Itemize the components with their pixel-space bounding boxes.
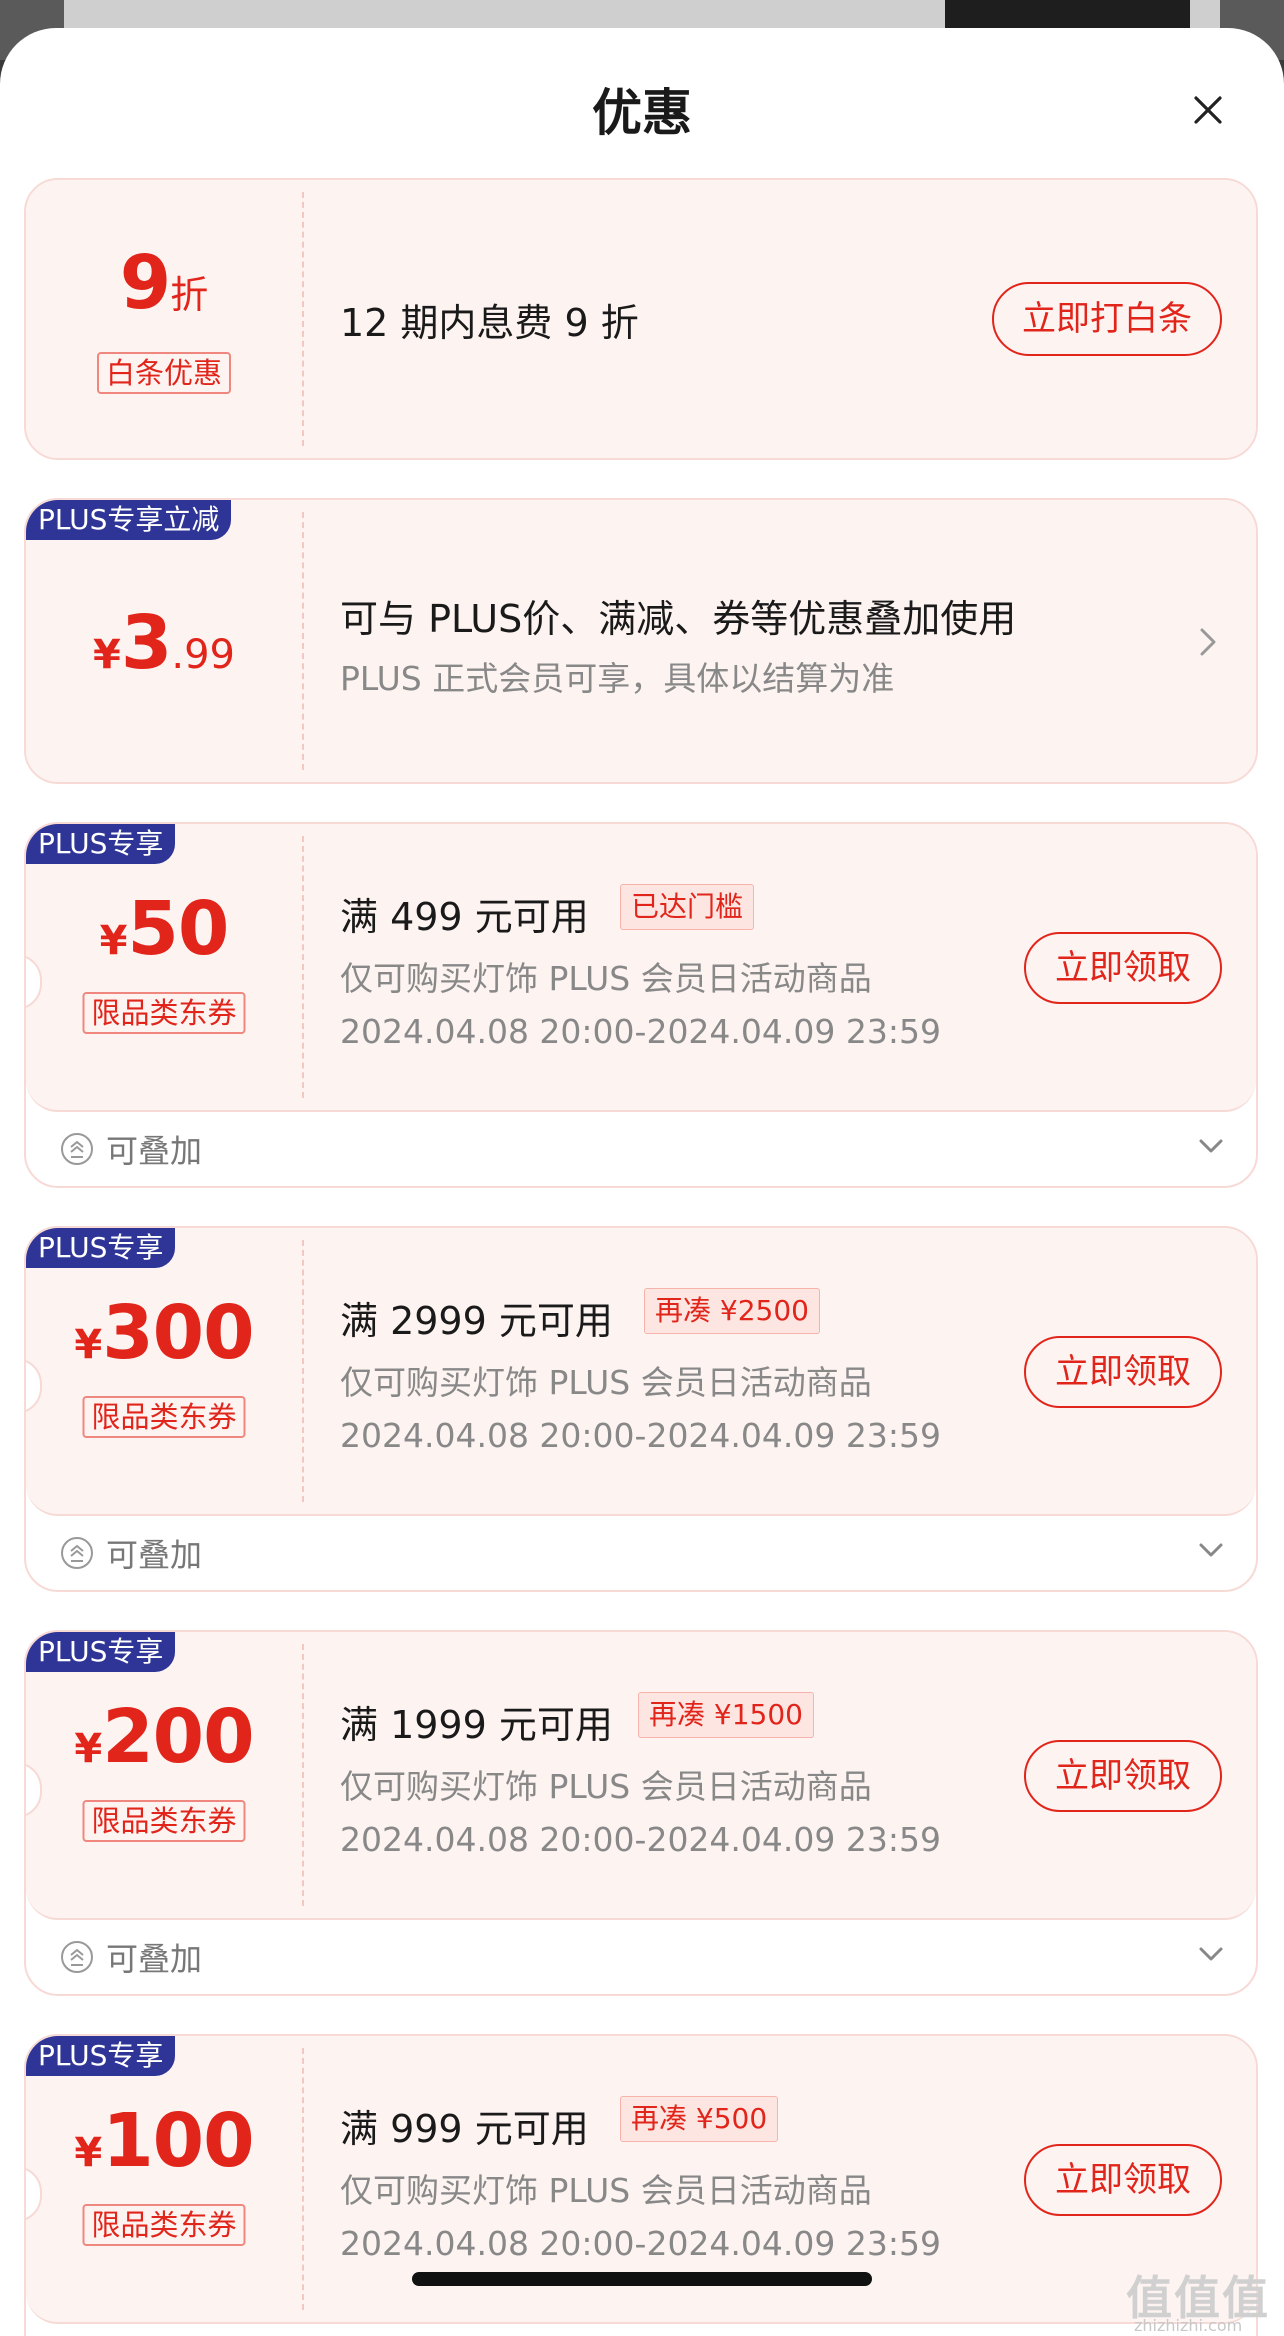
coupon-type-tag: 限品类东券 [82, 992, 246, 1034]
claim-coupon-button[interactable]: 立即领取 [1024, 1336, 1222, 1408]
card-divider [302, 1644, 304, 1906]
stackable-label: 可叠加 [106, 1132, 203, 1170]
card-divider [302, 512, 304, 770]
amount-value: 200 [102, 1694, 254, 1780]
threshold-badge: 再凑 ¥2500 [644, 1288, 820, 1334]
chevron-down-icon[interactable] [1196, 1134, 1226, 1158]
coupon-scope: 仅可购买灯饰 PLUS 会员日活动商品 [340, 1767, 872, 1806]
coupon-amount: ¥200 [26, 1694, 302, 1780]
promotions-sheet: 优惠 9折 白条优惠 12 期内息费 9 折 立即打白条 ¥3.99 可与 PL… [0, 28, 1284, 2336]
coupon-scope: 仅可购买灯饰 PLUS 会员日活动商品 [340, 2171, 872, 2210]
plus-badge: PLUS专享 [26, 1228, 176, 1268]
watermark-site: zhizhizhi.com [1134, 2316, 1243, 2335]
coupon-validity: 2024.04.08 20:00-2024.04.09 23:59 [340, 1416, 941, 1455]
coupon-card: ¥300 限品类东券 满 2999 元可用 再凑 ¥2500 仅可购买灯饰 PL… [24, 1226, 1258, 1592]
currency-symbol: ¥ [74, 1726, 103, 1772]
coupon-card: ¥200 限品类东券 满 1999 元可用 再凑 ¥1500 仅可购买灯饰 PL… [24, 1630, 1258, 1996]
threshold-badge: 已达门槛 [620, 884, 755, 930]
offer-tag: 白条优惠 [96, 352, 232, 394]
amount-integer: 3 [120, 600, 172, 686]
plus-badge: PLUS专享 [26, 1632, 176, 1672]
coupon-type-tag: 限品类东券 [82, 1396, 246, 1438]
stackable-label: 可叠加 [106, 1536, 203, 1574]
card-body: 9折 白条优惠 12 期内息费 9 折 立即打白条 [26, 180, 1256, 458]
close-icon[interactable] [1188, 90, 1228, 130]
currency-symbol: ¥ [99, 918, 128, 964]
stackable-row[interactable]: 可叠加 [26, 1108, 1256, 1186]
stackable-label: 可叠加 [106, 1940, 203, 1978]
plus-discount-card[interactable]: ¥3.99 可与 PLUS价、满减、券等优惠叠加使用 PLUS 正式会员可享，具… [24, 498, 1258, 784]
threshold-badge: 再凑 ¥1500 [638, 1692, 814, 1738]
coupon-body: ¥50 限品类东券 满 499 元可用 已达门槛 仅可购买灯饰 PLUS 会员日… [26, 824, 1256, 1112]
use-baitiao-button[interactable]: 立即打白条 [992, 282, 1222, 356]
claim-coupon-button[interactable]: 立即领取 [1024, 2144, 1222, 2216]
amount-value: 300 [102, 1290, 254, 1376]
offer-description: 12 期内息费 9 折 [340, 301, 639, 345]
chevron-down-icon[interactable] [1196, 1942, 1226, 1966]
claim-coupon-button[interactable]: 立即领取 [1024, 1740, 1222, 1812]
stackable-row[interactable]: 可叠加 [26, 1916, 1256, 1994]
currency-symbol: ¥ [74, 2130, 103, 2176]
coupon-validity: 2024.04.08 20:00-2024.04.09 23:59 [340, 1820, 941, 1859]
coupon-type-tag: 限品类东券 [82, 2204, 246, 2246]
coupon-type-tag: 限品类东券 [82, 1800, 246, 1842]
stackable-row[interactable]: 可叠加 [26, 1512, 1256, 1590]
offer-value: 9折 [26, 240, 302, 326]
amount-value: 100 [102, 2098, 254, 2184]
plus-badge: PLUS专享 [26, 2036, 176, 2076]
coupon-condition: 满 999 元可用 [340, 2107, 589, 2151]
amount-decimal: .99 [171, 632, 235, 678]
coupon-condition: 满 1999 元可用 [340, 1703, 613, 1747]
amount-value: 50 [127, 886, 229, 972]
currency-symbol: ¥ [74, 1322, 103, 1368]
coupon-condition: 满 499 元可用 [340, 895, 589, 939]
chevron-right-icon[interactable] [1196, 624, 1220, 660]
threshold-badge: 再凑 ¥500 [620, 2096, 779, 2142]
coupon-body: ¥200 限品类东券 满 1999 元可用 再凑 ¥1500 仅可购买灯饰 PL… [26, 1632, 1256, 1920]
discount-unit: 折 [170, 273, 209, 317]
coupon-scope: 仅可购买灯饰 PLUS 会员日活动商品 [340, 959, 872, 998]
coupon-amount: ¥50 [26, 886, 302, 972]
discount-value: 9 [119, 240, 171, 326]
coupon-body: ¥300 限品类东券 满 2999 元可用 再凑 ¥2500 仅可购买灯饰 PL… [26, 1228, 1256, 1516]
stack-icon [60, 1536, 94, 1570]
plus-badge: PLUS专享 [26, 824, 176, 864]
card-divider [302, 836, 304, 1098]
chevron-down-icon[interactable] [1196, 1538, 1226, 1562]
discount-amount: ¥3.99 [26, 600, 302, 686]
sheet-title: 优惠 [592, 84, 692, 142]
claim-coupon-button[interactable]: 立即领取 [1024, 932, 1222, 1004]
coupon-scope: 仅可购买灯饰 PLUS 会员日活动商品 [340, 1363, 872, 1402]
stack-icon [60, 1940, 94, 1974]
currency-symbol: ¥ [93, 632, 121, 678]
coupon-condition: 满 2999 元可用 [340, 1299, 613, 1343]
card-divider [302, 1240, 304, 1502]
coupon-validity: 2024.04.08 20:00-2024.04.09 23:59 [340, 1012, 941, 1051]
stack-icon [60, 1132, 94, 1166]
coupon-amount: ¥100 [26, 2098, 302, 2184]
coupon-validity: 2024.04.08 20:00-2024.04.09 23:59 [340, 2224, 941, 2263]
card-body: ¥3.99 可与 PLUS价、满减、券等优惠叠加使用 PLUS 正式会员可享，具… [26, 500, 1256, 782]
coupon-amount: ¥300 [26, 1290, 302, 1376]
baitiao-offer-card: 9折 白条优惠 12 期内息费 9 折 立即打白条 [24, 178, 1258, 460]
home-indicator[interactable] [412, 2272, 872, 2286]
plus-badge: PLUS专享立减 [26, 500, 232, 540]
discount-subtitle: PLUS 正式会员可享，具体以结算为准 [340, 659, 895, 698]
card-divider [302, 2048, 304, 2310]
card-divider [302, 192, 304, 446]
coupon-card: ¥100 限品类东券 满 999 元可用 再凑 ¥500 仅可购买灯饰 PLUS… [24, 2034, 1258, 2336]
discount-title: 可与 PLUS价、满减、券等优惠叠加使用 [340, 597, 1017, 641]
coupon-card: ¥50 限品类东券 满 499 元可用 已达门槛 仅可购买灯饰 PLUS 会员日… [24, 822, 1258, 1188]
